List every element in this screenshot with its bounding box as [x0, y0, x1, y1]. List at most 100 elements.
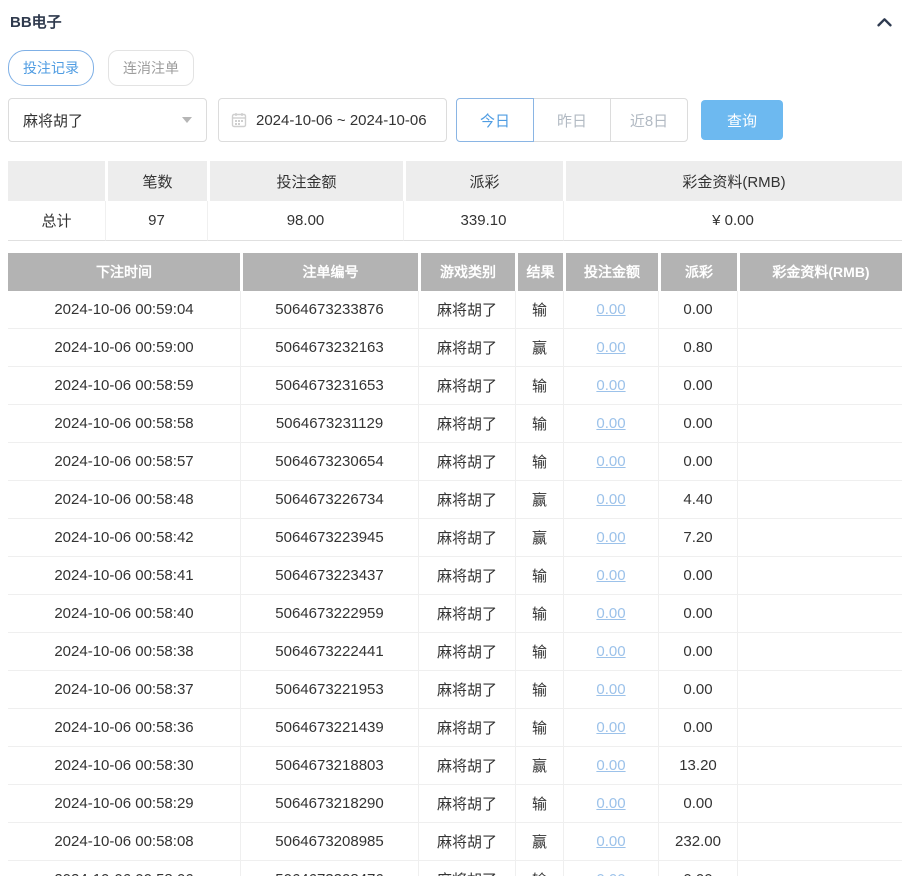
bet-amount-link[interactable]: 0.00 — [596, 833, 625, 850]
bet-amount-link[interactable]: 0.00 — [596, 757, 625, 774]
total-bonus: ¥ 0.00 — [563, 201, 902, 241]
bet-amount-link[interactable]: 0.00 — [596, 301, 625, 318]
page-title: BB电子 — [8, 8, 902, 32]
quick-range-group: 今日 昨日 近8日 — [456, 98, 688, 142]
payout-cell: 0.00 — [658, 367, 737, 405]
bet-id-cell: 5064673221439 — [240, 709, 418, 747]
bet-amount-link[interactable]: 0.00 — [596, 643, 625, 660]
col-bonus: 彩金资料(RMB) — [737, 253, 902, 291]
bet-id-cell: 5064673208476 — [240, 861, 418, 876]
bet-time-cell: 2024-10-06 00:59:00 — [8, 329, 240, 367]
range-today-button[interactable]: 今日 — [456, 98, 534, 142]
bet-amount-link[interactable]: 0.00 — [596, 377, 625, 394]
payout-cell: 13.20 — [658, 747, 737, 785]
table-row: 2024-10-06 00:59:04 5064673233876 麻将胡了 输… — [8, 291, 902, 329]
payout-cell: 0.00 — [658, 557, 737, 595]
bet-amount-link[interactable]: 0.00 — [596, 795, 625, 812]
bet-amount-link[interactable]: 0.00 — [596, 719, 625, 736]
result-cell: 赢 — [515, 329, 563, 367]
bet-id-cell: 5064673232163 — [240, 329, 418, 367]
payout-cell: 0.00 — [658, 291, 737, 329]
bet-amount-link[interactable]: 0.00 — [596, 681, 625, 698]
bet-id-cell: 5064673218290 — [240, 785, 418, 823]
bet-time-cell: 2024-10-06 00:58:36 — [8, 709, 240, 747]
payout-cell: 0.00 — [658, 633, 737, 671]
collapse-button[interactable] — [872, 10, 896, 34]
range-yesterday-button[interactable]: 昨日 — [533, 98, 611, 142]
summary-col-blank — [8, 161, 105, 201]
bet-amount-link[interactable]: 0.00 — [596, 491, 625, 508]
game-select[interactable]: 麻将胡了 — [8, 98, 207, 142]
bet-id-cell: 5064673233876 — [240, 291, 418, 329]
bet-amount-link[interactable]: 0.00 — [596, 339, 625, 356]
bet-id-cell: 5064673222441 — [240, 633, 418, 671]
bet-time-cell: 2024-10-06 00:58:08 — [8, 823, 240, 861]
bonus-cell — [737, 481, 902, 519]
game-type-cell: 麻将胡了 — [418, 671, 515, 709]
table-row: 2024-10-06 00:58:29 5064673218290 麻将胡了 输… — [8, 785, 902, 823]
bonus-cell — [737, 747, 902, 785]
game-type-cell: 麻将胡了 — [418, 861, 515, 876]
bonus-cell — [737, 861, 902, 876]
bet-history-panel: BB电子 投注记录 连消注单 麻将胡了 — [0, 0, 910, 876]
tab-bet-records[interactable]: 投注记录 — [8, 50, 94, 86]
summary-col-count: 笔数 — [105, 161, 207, 201]
game-type-cell: 麻将胡了 — [418, 785, 515, 823]
tab-bar: 投注记录 连消注单 — [8, 50, 902, 86]
total-payout: 339.10 — [403, 201, 563, 241]
summary-col-bet-amount: 投注金额 — [207, 161, 403, 201]
table-row: 2024-10-06 00:58:58 5064673231129 麻将胡了 输… — [8, 405, 902, 443]
summary-table: 笔数 投注金额 派彩 彩金资料(RMB) 总计 97 98.00 339.10 … — [8, 161, 902, 241]
bet-amount-cell: 0.00 — [563, 367, 658, 405]
payout-cell: 0.80 — [658, 329, 737, 367]
game-type-cell: 麻将胡了 — [418, 709, 515, 747]
bet-amount-cell: 0.00 — [563, 329, 658, 367]
records-body: 2024-10-06 00:59:04 5064673233876 麻将胡了 输… — [8, 291, 902, 876]
tab-cancelled-bets[interactable]: 连消注单 — [108, 50, 194, 86]
bet-amount-link[interactable]: 0.00 — [596, 453, 625, 470]
filter-bar: 麻将胡了 2024-10-06 ~ 2024-10-06 今日 昨日 近8日 — [8, 98, 902, 142]
game-type-cell: 麻将胡了 — [418, 747, 515, 785]
bonus-cell — [737, 519, 902, 557]
bonus-cell — [737, 367, 902, 405]
bet-time-cell: 2024-10-06 00:58:58 — [8, 405, 240, 443]
result-cell: 输 — [515, 443, 563, 481]
bet-amount-cell: 0.00 — [563, 595, 658, 633]
bet-time-cell: 2024-10-06 00:58:41 — [8, 557, 240, 595]
bet-amount-cell: 0.00 — [563, 671, 658, 709]
total-label: 总计 — [8, 201, 105, 241]
result-cell: 输 — [515, 785, 563, 823]
summary-col-payout: 派彩 — [403, 161, 563, 201]
bet-amount-cell: 0.00 — [563, 861, 658, 876]
bet-time-cell: 2024-10-06 00:58:59 — [8, 367, 240, 405]
col-game-type: 游戏类别 — [418, 253, 515, 291]
game-type-cell: 麻将胡了 — [418, 557, 515, 595]
bet-id-cell: 5064673231653 — [240, 367, 418, 405]
result-cell: 输 — [515, 709, 563, 747]
payout-cell: 0.00 — [658, 671, 737, 709]
bonus-cell — [737, 291, 902, 329]
bet-amount-link[interactable]: 0.00 — [596, 567, 625, 584]
bet-amount-link[interactable]: 0.00 — [596, 871, 625, 876]
table-row: 2024-10-06 00:58:57 5064673230654 麻将胡了 输… — [8, 443, 902, 481]
bet-amount-link[interactable]: 0.00 — [596, 605, 625, 622]
search-button-label: 查询 — [727, 110, 757, 131]
bet-amount-cell: 0.00 — [563, 785, 658, 823]
bet-amount-link[interactable]: 0.00 — [596, 529, 625, 546]
bet-time-cell: 2024-10-06 00:58:29 — [8, 785, 240, 823]
bet-amount-link[interactable]: 0.00 — [596, 415, 625, 432]
range-last8days-button[interactable]: 近8日 — [610, 98, 688, 142]
bonus-cell — [737, 405, 902, 443]
bet-amount-cell: 0.00 — [563, 557, 658, 595]
game-select-value: 麻将胡了 — [23, 110, 83, 131]
chevron-down-icon — [182, 117, 192, 123]
search-button[interactable]: 查询 — [701, 100, 783, 140]
calendar-icon — [231, 112, 247, 128]
records-table: 下注时间 注单编号 游戏类别 结果 投注金额 派彩 彩金资料(RMB) 2024… — [8, 253, 902, 876]
date-range-input[interactable]: 2024-10-06 ~ 2024-10-06 — [218, 98, 447, 142]
game-type-cell: 麻将胡了 — [418, 519, 515, 557]
bonus-cell — [737, 785, 902, 823]
tab-label: 投注记录 — [23, 58, 79, 78]
result-cell: 输 — [515, 861, 563, 876]
bet-amount-cell: 0.00 — [563, 633, 658, 671]
